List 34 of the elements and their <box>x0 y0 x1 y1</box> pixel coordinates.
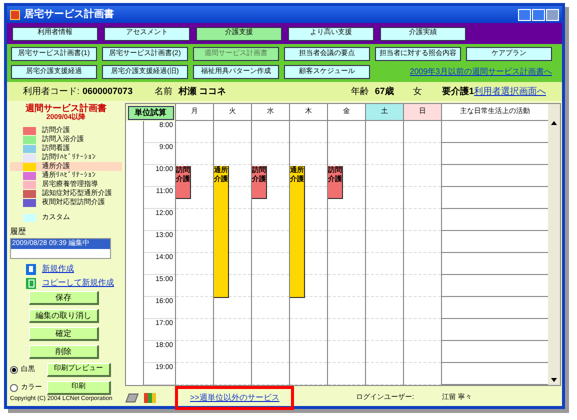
phone-icon[interactable] <box>125 393 139 403</box>
minimize-icon[interactable] <box>518 8 531 20</box>
field-label: 名前 <box>154 84 172 98</box>
history-label: 履歴 <box>10 226 27 238</box>
unit-calc-button[interactable]: 単位試算 <box>128 106 174 120</box>
scrollbar[interactable] <box>548 104 560 385</box>
select-user-link[interactable]: 利用者選択画面へ <box>474 84 546 98</box>
legend-title: 週間サービス計画書 <box>24 103 108 113</box>
app-icon <box>10 10 20 20</box>
action-button[interactable]: 編集の取り消し <box>29 309 99 323</box>
user-age: 67歳 <box>374 84 395 98</box>
scroll-down-icon[interactable] <box>551 378 557 382</box>
care-level: 要介護1 <box>442 84 474 98</box>
radio-button[interactable] <box>10 366 18 374</box>
action-button[interactable]: 削除 <box>29 345 99 359</box>
action-link[interactable]: 新規作成 <box>42 263 74 275</box>
books-icon[interactable] <box>143 392 157 404</box>
action-button[interactable]: 確定 <box>29 327 99 341</box>
close-icon[interactable] <box>546 8 559 20</box>
user-name: 村瀬 ココネ <box>178 84 227 98</box>
window-title: 居宅サービス計画書 <box>24 7 114 22</box>
old-plan-link[interactable]: 2009年3月以前の週間サービス計画書へ <box>375 66 552 78</box>
document-icon[interactable] <box>26 264 36 274</box>
radio-button[interactable] <box>10 384 18 392</box>
scroll-up-icon[interactable] <box>551 121 557 125</box>
action-button[interactable]: 保存 <box>29 291 99 305</box>
action-link[interactable]: コピーして新規作成 <box>42 277 114 289</box>
field-label: 利用者コード: <box>23 84 80 98</box>
copy-document-icon[interactable] <box>26 278 36 288</box>
user-code: 0600007073 <box>82 84 134 98</box>
field-label: 年齢 <box>350 84 369 98</box>
other-services-link[interactable]: >>週単位以外のサービス <box>175 386 294 410</box>
maximize-icon[interactable] <box>532 8 545 20</box>
user-sex: 女 <box>413 84 424 98</box>
